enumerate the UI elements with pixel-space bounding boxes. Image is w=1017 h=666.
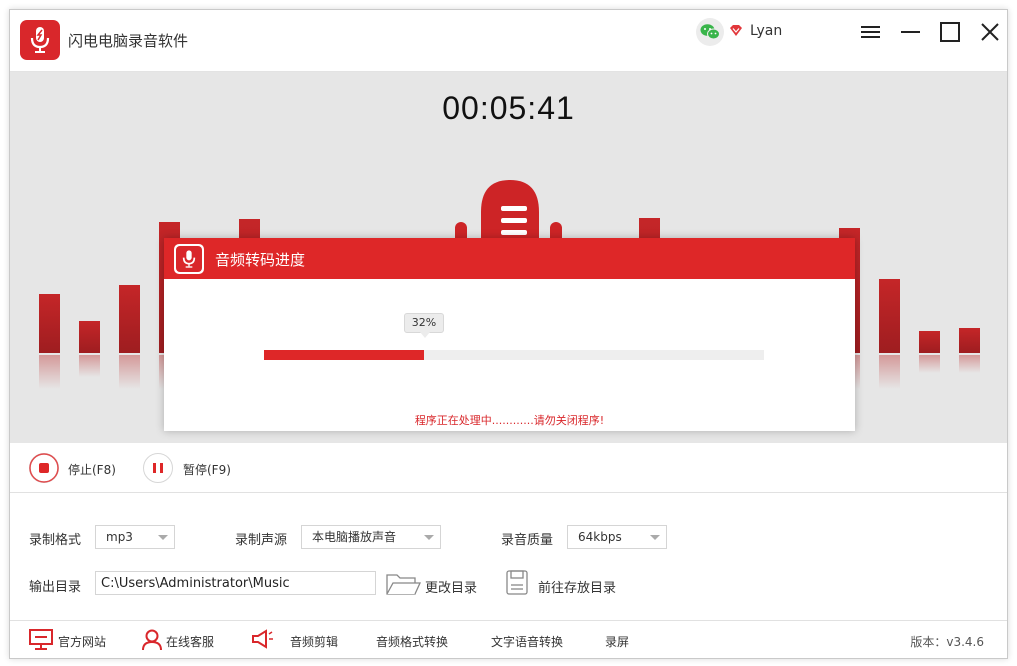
equalizer-bar — [79, 321, 100, 353]
dialog-logo — [174, 244, 204, 274]
minimize-icon — [901, 31, 920, 33]
screen-record-link[interactable]: 录屏 — [605, 633, 629, 650]
equalizer-reflection — [79, 355, 100, 377]
online-service-link[interactable]: 在线客服 — [166, 633, 214, 650]
megaphone-icon[interactable] — [250, 627, 274, 649]
progress-percent-tooltip: 32% — [404, 313, 444, 338]
quality-select[interactable]: 64kbps — [567, 525, 667, 549]
stop-label[interactable]: 停止(F8) — [68, 461, 116, 478]
audio-cut-link[interactable]: 音频剪辑 — [290, 633, 338, 650]
app-title: 闪电电脑录音软件 — [68, 32, 189, 50]
maximize-button[interactable] — [938, 20, 962, 44]
chevron-down-icon — [158, 535, 168, 540]
title-bar: 闪电电脑录音软件 Lyan — [10, 10, 1007, 72]
folder-icon[interactable] — [385, 569, 421, 597]
microphone-icon — [182, 250, 196, 268]
quality-value: 64kbps — [578, 530, 622, 544]
microphone-icon — [30, 27, 50, 53]
equalizer-reflection — [919, 355, 940, 373]
output-label: 输出目录 — [29, 580, 82, 595]
equalizer-bar — [39, 294, 60, 353]
progress-track — [264, 350, 764, 360]
dialog-title: 音频转码进度 — [215, 251, 306, 269]
format-convert-link[interactable]: 音频格式转换 — [376, 633, 448, 650]
menu-button[interactable] — [859, 20, 883, 44]
transcode-progress-dialog: 音频转码进度 32% 程序正在处理中............请勿关闭程序! — [164, 238, 855, 431]
customer-service-icon[interactable] — [142, 629, 162, 651]
quality-label: 录音质量 — [501, 533, 554, 548]
stop-button[interactable] — [29, 453, 59, 483]
app-logo — [20, 20, 60, 60]
minimize-button[interactable] — [899, 20, 923, 44]
open-dir-button[interactable]: 前往存放目录 — [538, 577, 616, 596]
equalizer-reflection — [879, 355, 900, 389]
wechat-icon[interactable] — [696, 18, 724, 46]
version-label: 版本：v3.4.6 — [910, 635, 984, 649]
format-select[interactable]: mp3 — [95, 525, 175, 549]
app-window: 闪电电脑录音软件 Lyan 00:05:41 音频转码进度 32% 程序正在处理… — [9, 9, 1008, 659]
official-site-link[interactable]: 官方网站 — [58, 633, 106, 650]
equalizer-reflection — [39, 355, 60, 389]
format-label: 录制格式 — [29, 533, 82, 548]
chevron-down-icon — [424, 535, 434, 540]
chevron-down-icon — [650, 535, 660, 540]
record-controls: 停止(F8) 暂停(F9) — [10, 443, 1007, 493]
change-dir-button[interactable]: 更改目录 — [425, 577, 477, 596]
source-value: 本电脑播放声音 — [312, 530, 397, 544]
user-name[interactable]: Lyan — [750, 23, 782, 39]
vip-diamond-icon — [730, 25, 742, 36]
tts-link[interactable]: 文字语音转换 — [491, 633, 563, 650]
pause-label[interactable]: 暂停(F9) — [183, 461, 231, 478]
monitor-icon[interactable] — [29, 629, 53, 651]
equalizer-reflection — [119, 355, 140, 389]
close-icon — [981, 23, 999, 41]
progress-fill — [264, 350, 424, 360]
stop-icon — [29, 453, 59, 483]
equalizer-bar — [119, 285, 140, 353]
source-label: 录制声源 — [235, 533, 288, 548]
pause-button[interactable] — [143, 453, 173, 483]
dialog-header: 音频转码进度 — [164, 238, 855, 279]
hamburger-icon — [861, 26, 880, 38]
pause-icon — [153, 463, 163, 473]
save-disk-icon[interactable] — [505, 569, 529, 597]
maximize-icon — [940, 22, 960, 42]
close-button[interactable] — [978, 20, 1002, 44]
format-value: mp3 — [106, 530, 133, 544]
output-path-input[interactable] — [95, 571, 376, 595]
footer-bar: 官方网站 在线客服 音频剪辑 音频格式转换 文字语音转换 录屏 版本：v3.4.… — [10, 620, 1007, 658]
equalizer-bar — [959, 328, 980, 353]
source-select[interactable]: 本电脑播放声音 — [301, 525, 441, 549]
recorder-stage: 00:05:41 音频转码进度 32% 程序正在处理中............请… — [10, 72, 1007, 443]
equalizer-reflection — [959, 355, 980, 373]
elapsed-timer: 00:05:41 — [442, 90, 575, 126]
equalizer-bar — [919, 331, 940, 353]
equalizer-bar — [879, 279, 900, 353]
processing-message: 程序正在处理中............请勿关闭程序! — [414, 414, 605, 427]
